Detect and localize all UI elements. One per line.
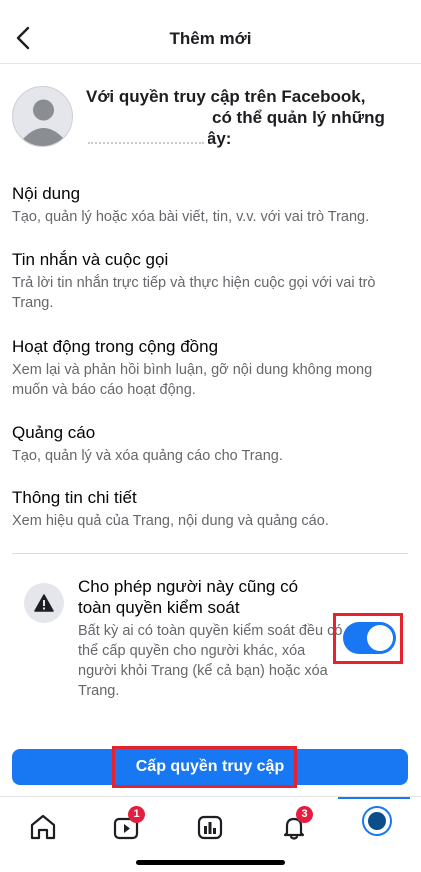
permission-title: Hoạt động trong cộng đồng [12, 337, 219, 356]
permission-item-content: Nội dung Tạo, quản lý hoặc xóa bài viết,… [12, 184, 408, 227]
full-control-toggle[interactable] [343, 622, 396, 654]
permission-item-insights: Thông tin chi tiết Xem hiệu quả của Tran… [12, 488, 408, 531]
permission-desc: Xem hiệu quả của Trang, nội dung và quản… [12, 513, 329, 529]
tab-home[interactable] [27, 811, 59, 843]
intro-line-1: Với quyền truy cập trên Facebook, [86, 87, 366, 106]
profile-avatar-icon [368, 812, 386, 830]
video-badge: 1 [128, 806, 145, 823]
tab-insights[interactable] [194, 811, 226, 843]
intro-text: Với quyền truy cập trên Facebook, có thể… [86, 86, 406, 149]
warning-icon-wrapper [24, 583, 64, 623]
tab-profile[interactable] [362, 806, 392, 836]
intro-section: Với quyền truy cập trên Facebook, có thể… [12, 84, 412, 154]
home-indicator [136, 860, 285, 865]
permission-title: Quảng cáo [12, 423, 96, 442]
notifications-badge: 3 [296, 806, 313, 823]
full-control-title: Cho phép người này cũng có toàn quyền ki… [78, 577, 299, 617]
active-tab-indicator [338, 797, 410, 799]
redacted-name-mark [88, 138, 204, 144]
home-icon [30, 814, 56, 840]
avatar [12, 86, 73, 147]
highlight-frame [112, 746, 297, 788]
divider [12, 553, 408, 554]
permission-item-ads: Quảng cáo Tạo, quản lý và xóa quảng cáo … [12, 423, 408, 466]
permission-item-community: Hoạt động trong cộng đồng Xem lại và phả… [12, 337, 408, 400]
permission-desc: Tạo, quản lý hoặc xóa bài viết, tin, v.v… [12, 209, 370, 225]
default-avatar-icon [23, 99, 64, 146]
permission-title: Tin nhắn và cuộc gọi [12, 250, 169, 269]
permission-desc: Tạo, quản lý và xóa quảng cáo cho Trang. [12, 448, 283, 464]
permission-title: Thông tin chi tiết [12, 488, 137, 507]
warning-icon [34, 594, 54, 612]
tab-notifications[interactable]: 3 [278, 806, 313, 843]
header-bar: Thêm mới [0, 0, 421, 64]
full-control-desc: Bất kỳ ai có toàn quyền kiểm soát đều có… [78, 623, 343, 699]
page-title: Thêm mới [169, 29, 252, 48]
toggle-knob [367, 625, 393, 651]
permission-desc: Trả lời tin nhắn trực tiếp và thực hiện … [12, 275, 376, 311]
tab-video[interactable]: 1 [110, 806, 145, 843]
bar-chart-icon [197, 815, 223, 840]
permission-item-messages: Tin nhắn và cuộc gọi Trả lời tin nhắn tr… [12, 250, 408, 313]
intro-line-2: có thể quản lý những [212, 108, 385, 127]
permission-title: Nội dung [12, 184, 81, 203]
permission-desc: Xem lại và phản hồi bình luận, gỡ nội du… [12, 362, 373, 398]
intro-line-2-row: có thể quản lý những [86, 107, 406, 148]
